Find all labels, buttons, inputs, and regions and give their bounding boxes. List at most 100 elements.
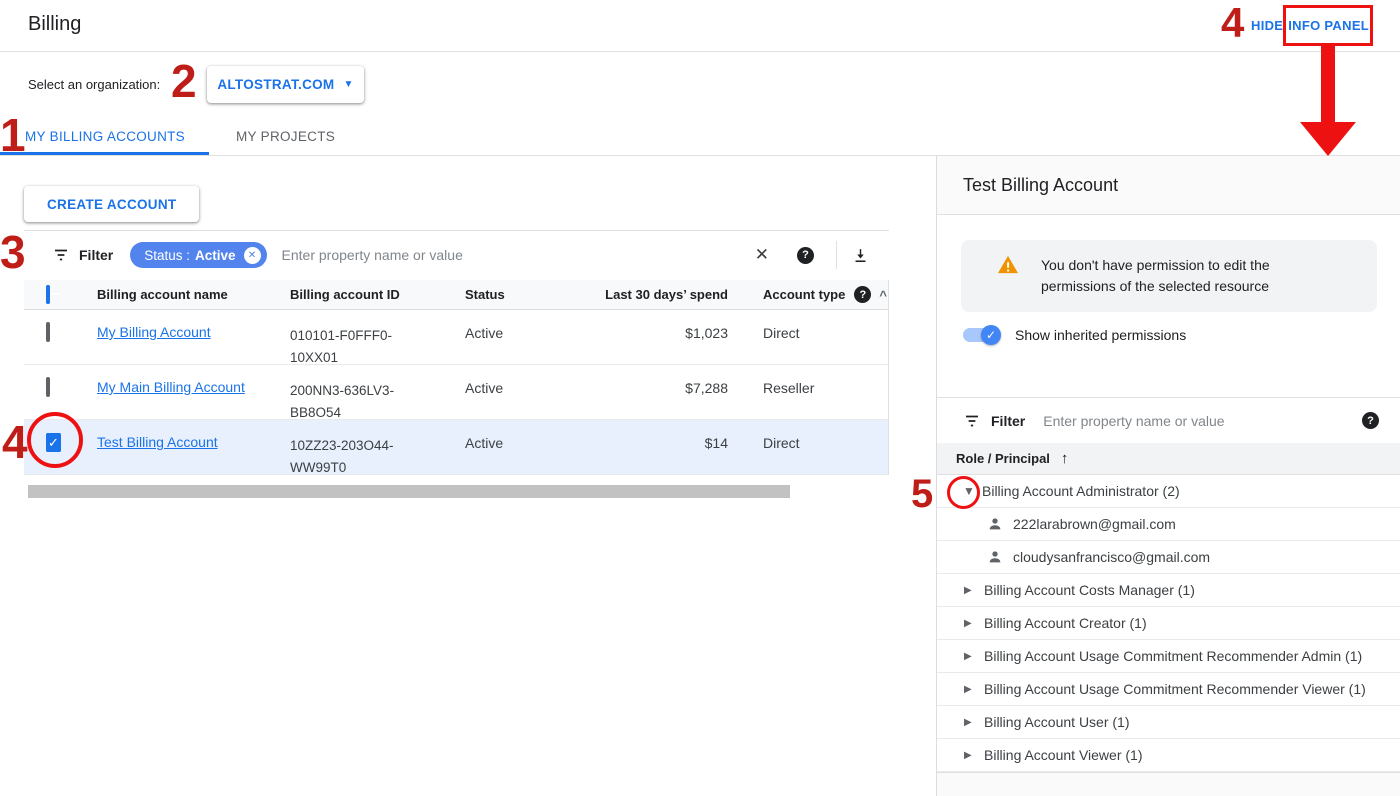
filter-input[interactable] bbox=[282, 247, 755, 263]
account-status: Active bbox=[441, 324, 561, 341]
chevron-right-icon[interactable]: ▶ bbox=[964, 684, 975, 695]
annotation-number-4-top: 4 bbox=[1221, 2, 1244, 44]
filter-icon[interactable] bbox=[52, 246, 70, 264]
warning-icon bbox=[997, 255, 1019, 280]
annotation-number-2: 2 bbox=[171, 58, 197, 104]
panel-footer-strip bbox=[937, 772, 1400, 796]
account-type: Reseller bbox=[728, 379, 889, 396]
role-row-recommender-admin[interactable]: ▶ Billing Account Usage Commitment Recom… bbox=[937, 640, 1400, 673]
row-checkbox[interactable] bbox=[46, 322, 50, 342]
top-bar: Billing HIDE INFO PANEL bbox=[0, 0, 1400, 52]
chip-field: Status : bbox=[144, 248, 190, 263]
roles-header: Role / Principal ↑ bbox=[937, 443, 1400, 475]
role-row-viewer[interactable]: ▶ Billing Account Viewer (1) bbox=[937, 739, 1400, 772]
annotation-number-4-row: 4 bbox=[2, 419, 28, 465]
account-status: Active bbox=[441, 379, 561, 396]
chevron-right-icon[interactable]: ▶ bbox=[964, 618, 975, 629]
chevron-right-icon[interactable]: ▶ bbox=[964, 651, 975, 662]
role-row-administrator[interactable]: ▼ Billing Account Administrator (2) bbox=[937, 475, 1400, 508]
toolbar-separator bbox=[836, 241, 837, 269]
select-all-checkbox[interactable] bbox=[46, 285, 50, 304]
column-header-status[interactable]: Status bbox=[441, 287, 561, 302]
account-type: Direct bbox=[728, 434, 889, 451]
clear-filter-icon[interactable]: ✕ bbox=[755, 245, 769, 265]
column-header-id[interactable]: Billing account ID bbox=[266, 287, 441, 302]
principal-row: 222larabrown@gmail.com bbox=[937, 508, 1400, 541]
role-row-creator[interactable]: ▶ Billing Account Creator (1) bbox=[937, 607, 1400, 640]
tab-my-billing-accounts[interactable]: MY BILLING ACCOUNTS bbox=[25, 129, 185, 144]
account-id: 10ZZ23-203O44- WW99T0 bbox=[266, 434, 441, 479]
column-header-name[interactable]: Billing account name bbox=[73, 287, 266, 302]
hide-label: HIDE bbox=[1251, 18, 1283, 33]
horizontal-scrollbar[interactable] bbox=[28, 485, 790, 498]
account-link[interactable]: My Main Billing Account bbox=[97, 379, 245, 395]
billing-accounts-table: Billing account name Billing account ID … bbox=[24, 280, 889, 475]
table-row-selected: ✓ Test Billing Account 10ZZ23-203O44- WW… bbox=[24, 420, 888, 475]
account-spend: $1,023 bbox=[561, 324, 728, 341]
info-panel-title: Test Billing Account bbox=[937, 156, 1400, 215]
sort-caret-partial-icon: ^ bbox=[879, 288, 887, 303]
chip-remove-icon[interactable]: ✕ bbox=[244, 247, 261, 264]
column-header-type[interactable]: Account type ? bbox=[728, 286, 888, 303]
panel-filter-bar: Filter ? bbox=[937, 398, 1400, 443]
annotation-circle-chevron bbox=[947, 476, 980, 509]
role-row-recommender-viewer[interactable]: ▶ Billing Account Usage Commitment Recom… bbox=[937, 673, 1400, 706]
inherited-permissions-row: ✓ Show inherited permissions bbox=[961, 325, 1186, 345]
annotation-number-1: 1 bbox=[0, 112, 26, 158]
annotation-arrow-head bbox=[1300, 122, 1356, 156]
account-spend: $7,288 bbox=[561, 379, 728, 396]
principal-email: cloudysanfrancisco@gmail.com bbox=[1013, 549, 1210, 565]
annotation-number-3: 3 bbox=[0, 229, 26, 275]
person-icon bbox=[987, 516, 1003, 532]
panel-filter-label: Filter bbox=[991, 413, 1025, 429]
filter-help-icon[interactable]: ? bbox=[797, 247, 814, 264]
chevron-right-icon[interactable]: ▶ bbox=[964, 750, 975, 761]
permission-warning: You don't have permission to edit the pe… bbox=[961, 240, 1377, 312]
person-icon bbox=[987, 549, 1003, 565]
sort-ascending-icon[interactable]: ↑ bbox=[1061, 450, 1069, 467]
page-title: Billing bbox=[28, 13, 81, 36]
table-row: My Main Billing Account 200NN3-636LV3- B… bbox=[24, 365, 888, 420]
org-selector-label: Select an organization: bbox=[28, 77, 160, 92]
org-selector-value: ALTOSTRAT.COM bbox=[217, 77, 334, 92]
filter-chip-status-active[interactable]: Status : Active ✕ bbox=[130, 242, 266, 268]
filter-icon[interactable] bbox=[963, 412, 981, 430]
row-checkbox[interactable] bbox=[46, 377, 50, 397]
download-icon[interactable] bbox=[852, 247, 869, 264]
role-row-costs-manager[interactable]: ▶ Billing Account Costs Manager (1) bbox=[937, 574, 1400, 607]
annotation-arrow-shaft bbox=[1321, 46, 1335, 124]
panel-filter-input[interactable] bbox=[1043, 413, 1362, 429]
principal-email: 222larabrown@gmail.com bbox=[1013, 516, 1176, 532]
account-link[interactable]: Test Billing Account bbox=[97, 434, 218, 450]
account-link[interactable]: My Billing Account bbox=[97, 324, 211, 340]
annotation-circle-checkbox bbox=[27, 412, 83, 468]
table-header-row: Billing account name Billing account ID … bbox=[24, 280, 888, 310]
filter-label: Filter bbox=[79, 247, 113, 263]
account-status: Active bbox=[441, 434, 561, 451]
create-account-button[interactable]: CREATE ACCOUNT bbox=[24, 186, 199, 222]
roles-header-label: Role / Principal bbox=[956, 451, 1050, 466]
warning-text: You don't have permission to edit the pe… bbox=[1041, 255, 1337, 297]
caret-down-icon: ▼ bbox=[343, 79, 353, 90]
toggle-label: Show inherited permissions bbox=[1015, 327, 1186, 343]
annotation-number-5: 5 bbox=[911, 474, 933, 514]
chip-value: Active bbox=[195, 248, 236, 263]
account-spend: $14 bbox=[561, 434, 728, 451]
account-type-help-icon[interactable]: ? bbox=[854, 286, 871, 303]
column-header-spend[interactable]: Last 30 days’ spend bbox=[561, 287, 728, 302]
roles-list: ▼ Billing Account Administrator (2) 222l… bbox=[937, 475, 1400, 772]
org-selector-dropdown[interactable]: ALTOSTRAT.COM ▼ bbox=[207, 66, 364, 103]
chevron-right-icon[interactable]: ▶ bbox=[964, 585, 975, 596]
account-type: Direct bbox=[728, 324, 889, 341]
account-id: 010101-F0FFF0- 10XX01 bbox=[266, 324, 441, 369]
account-id: 200NN3-636LV3- BB8O54 bbox=[266, 379, 441, 424]
annotation-box-info-panel bbox=[1283, 5, 1373, 46]
tab-my-projects[interactable]: MY PROJECTS bbox=[236, 129, 335, 144]
show-inherited-toggle[interactable]: ✓ bbox=[961, 325, 1001, 345]
check-icon: ✓ bbox=[986, 328, 996, 342]
chevron-right-icon[interactable]: ▶ bbox=[964, 717, 975, 728]
panel-filter-help-icon[interactable]: ? bbox=[1362, 412, 1379, 429]
table-row: My Billing Account 010101-F0FFF0- 10XX01… bbox=[24, 310, 888, 365]
role-row-user[interactable]: ▶ Billing Account User (1) bbox=[937, 706, 1400, 739]
info-panel: Test Billing Account You don't have perm… bbox=[936, 156, 1400, 796]
